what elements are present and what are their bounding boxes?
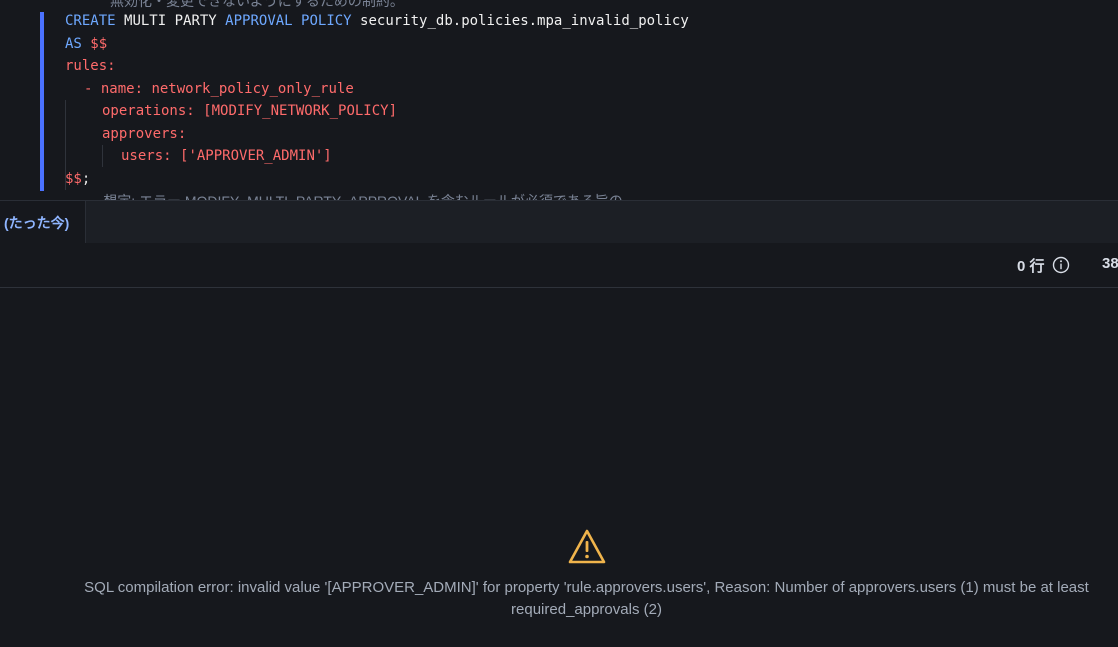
dollar-delimiter-close: $$ [65, 171, 82, 187]
code-line-end: $$; [65, 168, 90, 190]
keyword-approval-policy: APPROVAL POLICY [225, 13, 352, 29]
code-line-approvers: approvers: [102, 126, 187, 142]
sql-editor[interactable]: 無効化・変更できないようにするための制約。 CREATE MULTI PARTY… [0, 0, 1118, 200]
keyword-create: CREATE [65, 13, 116, 29]
results-header: 0 行 38 [0, 243, 1118, 288]
error-message: SQL compilation error: invalid value '[A… [84, 579, 1089, 618]
info-icon[interactable] [1052, 256, 1070, 274]
dollar-delimiter-open: $$ [90, 36, 108, 52]
code-comment-bottom: -- 想定: エラー MODIFY_MULTI_PARTY_APPROVAL を… [90, 190, 623, 200]
yaml-operations-value: [MODIFY_NETWORK_POLICY] [203, 103, 398, 119]
modified-lines-marker [40, 12, 44, 191]
code-line-users: users: ['APPROVER_ADMIN'] [121, 145, 332, 167]
yaml-users-value: ['APPROVER_ADMIN'] [180, 148, 332, 164]
history-tab-label: (たった今) [4, 215, 70, 231]
policy-identifier: security_db.policies.mpa_invalid_policy [360, 13, 689, 29]
code-line-as: AS $$ [65, 33, 107, 55]
elapsed-time: 38 [1102, 255, 1118, 272]
code-line-rules: rules: [65, 58, 116, 74]
yaml-dash-name: - name: [84, 81, 144, 97]
warning-icon [568, 529, 606, 564]
keyword-as: AS [65, 36, 82, 52]
code-line-rule-name: - name: network_policy_only_rule [84, 78, 354, 100]
keyword-multi-party: MULTI PARTY [124, 13, 217, 29]
yaml-rule-name-value: network_policy_only_rule [151, 81, 354, 97]
code-line-operations: operations: [MODIFY_NETWORK_POLICY] [102, 100, 397, 122]
history-tab-latest[interactable]: (たった今) [0, 201, 86, 243]
query-history-bar: (たった今) [0, 200, 1118, 244]
indent-guide [102, 145, 103, 167]
code-line-create: CREATE MULTI PARTY APPROVAL POLICY secur… [65, 10, 689, 32]
yaml-operations-key: operations: [102, 103, 195, 119]
yaml-users-key: users: [121, 148, 172, 164]
semicolon: ; [81, 171, 91, 187]
row-count: 0 行 [1017, 258, 1045, 275]
